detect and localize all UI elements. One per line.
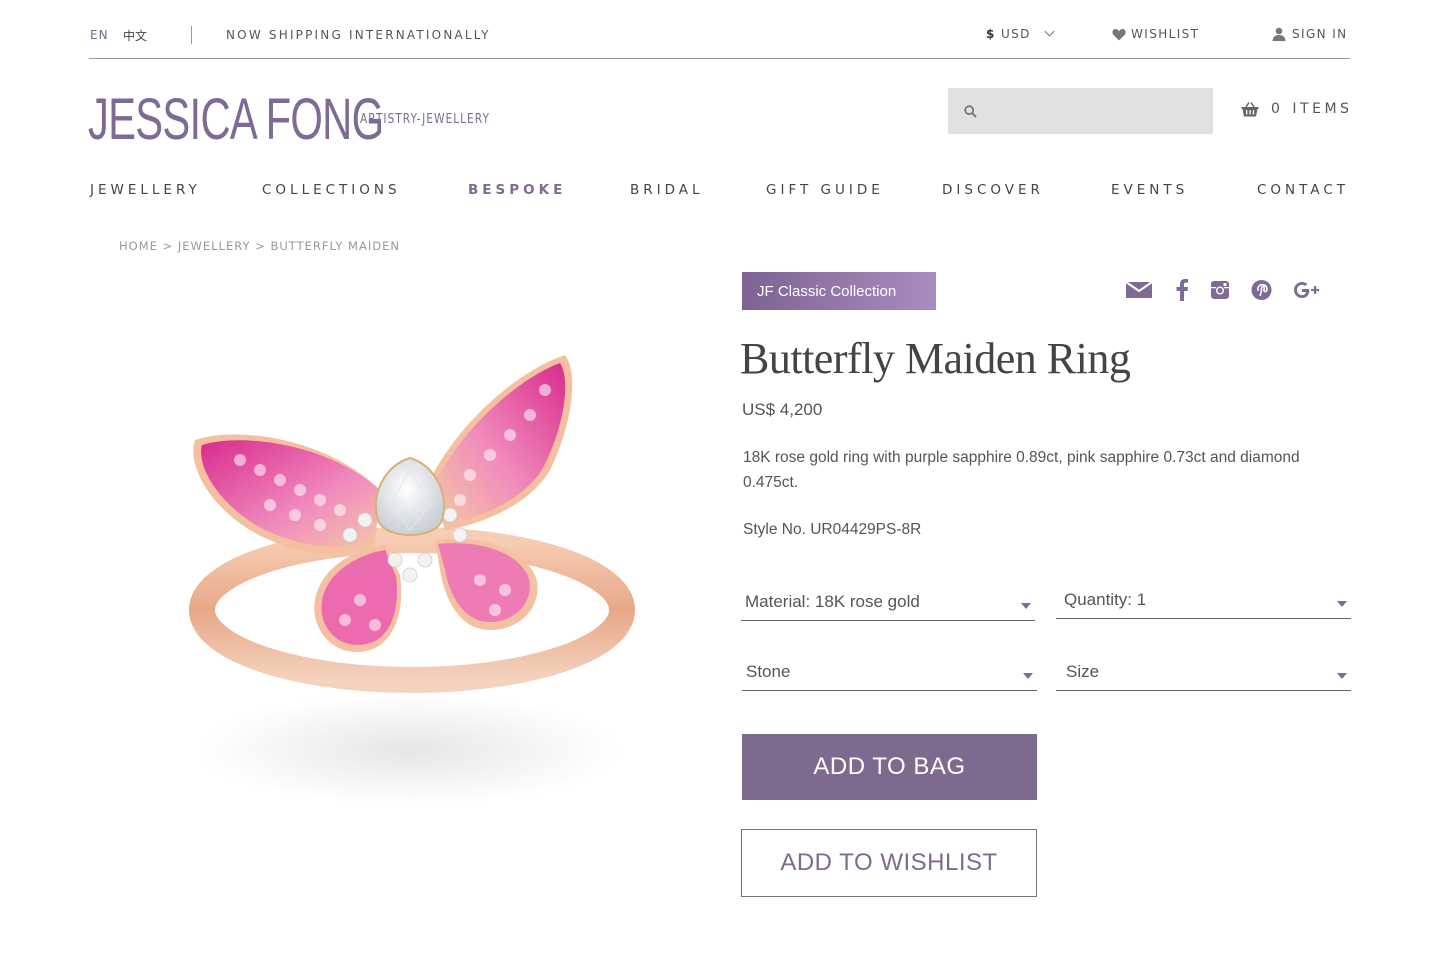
nav-discover[interactable]: DISCOVER [942, 182, 1044, 198]
mail-icon[interactable] [1126, 279, 1152, 299]
nav-events[interactable]: EVENTS [1111, 182, 1188, 198]
breadcrumb-jewellery[interactable]: JEWELLERY [178, 239, 251, 253]
breadcrumb-current: BUTTERFLY MAIDEN [270, 239, 400, 253]
product-title: Butterfly Maiden Ring [740, 334, 1131, 383]
nav-contact[interactable]: CONTACT [1257, 182, 1349, 198]
brand-logo[interactable]: JESSICA FONG [88, 84, 384, 156]
sign-in-link[interactable]: SIGN IN [1272, 27, 1348, 41]
breadcrumb-home[interactable]: HOME [119, 239, 158, 253]
caret-down-icon [1337, 673, 1347, 679]
currency-label: USD [1000, 27, 1031, 41]
basket-icon [1241, 102, 1259, 117]
search-input[interactable] [985, 102, 1189, 120]
quantity-value: Quantity: 1 [1064, 590, 1147, 609]
language-zh[interactable]: 中文 [123, 27, 147, 44]
cart-count: 0 [1271, 101, 1284, 117]
header-divider [89, 58, 1350, 59]
nav-collections[interactable]: COLLECTIONS [262, 182, 401, 198]
caret-down-icon [1023, 673, 1033, 679]
shipping-notice: NOW SHIPPING INTERNATIONALLY [226, 28, 491, 42]
breadcrumb-separator: > [255, 239, 266, 253]
heart-icon [1112, 28, 1126, 40]
user-icon [1272, 27, 1286, 41]
product-description: 18K rose gold ring with purple sapphire … [743, 449, 1300, 491]
search-box[interactable] [948, 88, 1213, 134]
material-value: Material: 18K rose gold [745, 592, 920, 611]
collection-badge[interactable]: JF Classic Collection [742, 272, 936, 310]
currency-selector[interactable]: $ USD [986, 26, 1055, 41]
brand-tagline: ARTISTRY-JEWELLERY [360, 112, 490, 127]
cart-link[interactable]: 0 ITEMS [1241, 101, 1352, 117]
quantity-select[interactable]: Quantity: 1 [1056, 582, 1351, 619]
cart-label: ITEMS [1292, 101, 1353, 117]
nav-jewellery[interactable]: JEWELLERY [90, 182, 201, 198]
nav-bespoke[interactable]: BESPOKE [468, 182, 566, 198]
currency-symbol: $ [986, 27, 996, 41]
caret-down-icon [1337, 601, 1347, 607]
google-plus-icon[interactable] [1293, 279, 1321, 301]
divider [191, 26, 192, 44]
chevron-down-icon [1044, 26, 1055, 37]
search-icon[interactable] [964, 104, 977, 118]
breadcrumb: HOME > JEWELLERY > BUTTERFLY MAIDEN [119, 239, 400, 253]
nav-bridal[interactable]: BRIDAL [630, 182, 704, 198]
nav-gift-guide[interactable]: GIFT GUIDE [766, 182, 884, 198]
add-to-bag-button[interactable]: ADD TO BAG [742, 734, 1037, 800]
wishlist-label: WISHLIST [1131, 27, 1200, 41]
caret-down-icon [1021, 603, 1031, 609]
product-price: US$ 4,200 [742, 400, 823, 419]
add-to-wishlist-button[interactable]: ADD TO WISHLIST [741, 829, 1037, 897]
stone-value: Stone [746, 662, 791, 681]
facebook-icon[interactable] [1175, 279, 1189, 301]
sign-in-label: SIGN IN [1292, 27, 1348, 41]
product-image [189, 355, 635, 805]
size-value: Size [1066, 662, 1100, 681]
material-select[interactable]: Material: 18K rose gold [741, 584, 1035, 621]
wishlist-link[interactable]: WISHLIST [1112, 27, 1199, 41]
language-en[interactable]: EN [90, 28, 109, 42]
stone-select[interactable]: Stone [742, 654, 1037, 691]
breadcrumb-separator: > [162, 239, 174, 253]
pinterest-icon[interactable] [1251, 279, 1272, 301]
instagram-icon[interactable] [1210, 279, 1230, 301]
size-select[interactable]: Size [1056, 654, 1351, 691]
style-number: Style No. UR04429PS-8R [743, 521, 922, 538]
